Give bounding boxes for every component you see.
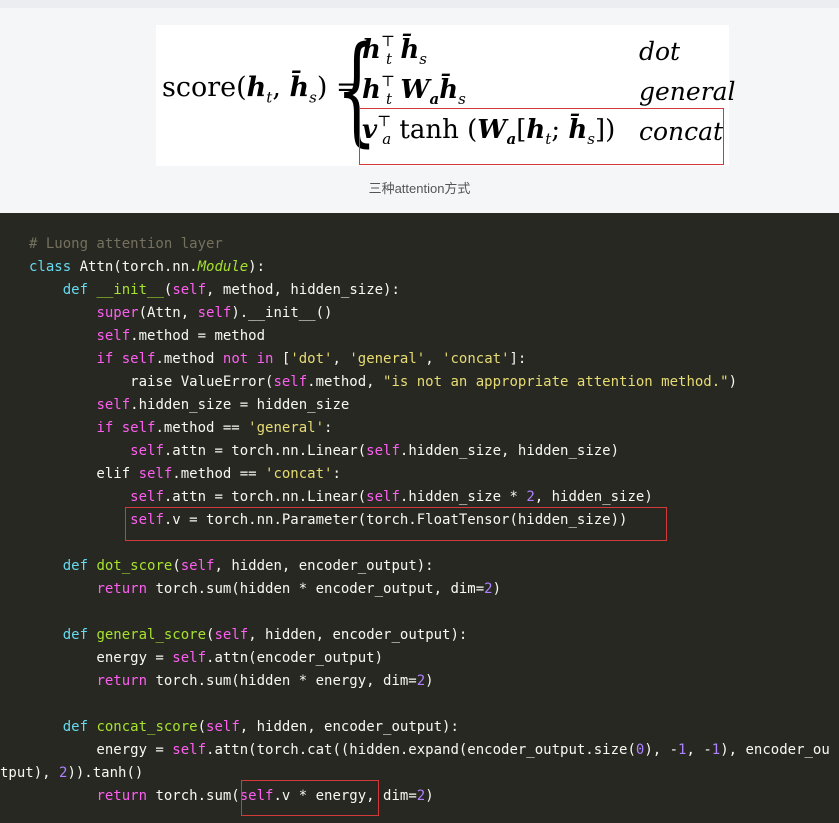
code-line: return torch.sum(hidden * encoder_output… — [96, 581, 502, 597]
attention-score-formula: score(ht, h̄s) = { h⊤t h̄s dot h⊤t Wah̄s… — [156, 25, 736, 166]
code-line: self.attn = torch.nn.Linear(self.hidden_… — [130, 489, 653, 505]
code-line: def general_score(self, hidden, encoder_… — [62, 627, 468, 643]
concat-highlight-box — [359, 108, 724, 165]
self-v-energy-highlight-box — [241, 780, 379, 816]
formula-case-dot: h⊤t h̄s — [362, 32, 427, 69]
code-line: raise ValueError(self.method, "is not an… — [29, 374, 738, 390]
code-line: # Luong attention layer — [29, 236, 223, 252]
code-block: # Luong attention layer class Attn(torch… — [0, 213, 839, 823]
code-line: tput), 2)).tanh() — [0, 765, 144, 781]
code-line: self.hidden_size = hidden_size — [96, 397, 350, 413]
code-line: self.method = method — [96, 328, 266, 344]
code-line: energy = self.attn(torch.cat((hidden.exp… — [29, 742, 830, 758]
self-v-highlight-box — [125, 507, 667, 541]
code-line: if self.method == 'general': — [96, 420, 333, 436]
figure-caption: 三种attention方式 — [368, 181, 471, 196]
code-line: def concat_score(self, hidden, encoder_o… — [62, 719, 459, 735]
code-line: energy = self.attn(encoder_output) — [29, 650, 384, 666]
formula-section: score(ht, h̄s) = { h⊤t h̄s dot h⊤t Wah̄s… — [0, 0, 839, 213]
code-line: super(Attn, self).__init__() — [96, 305, 333, 321]
code-line: class Attn(torch.nn.Module): — [29, 259, 266, 275]
code-line: def __init__(self, method, hidden_size): — [62, 282, 400, 298]
code-line: return torch.sum(hidden * energy, dim=2) — [96, 673, 434, 689]
code-line: self.attn = torch.nn.Linear(self.hidden_… — [130, 443, 620, 459]
formula-label-dot: dot — [639, 37, 681, 66]
formula-lhs: score(ht, h̄s) = — [162, 72, 359, 107]
formula-label-general: general — [639, 77, 736, 106]
formula-case-general: h⊤t Wah̄s — [362, 72, 466, 109]
code-line: def dot_score(self, hidden, encoder_outp… — [62, 558, 434, 574]
top-divider — [0, 0, 839, 8]
code-line: elif self.method == 'concat': — [29, 466, 341, 482]
code-line: if self.method not in ['dot', 'general',… — [96, 351, 527, 367]
